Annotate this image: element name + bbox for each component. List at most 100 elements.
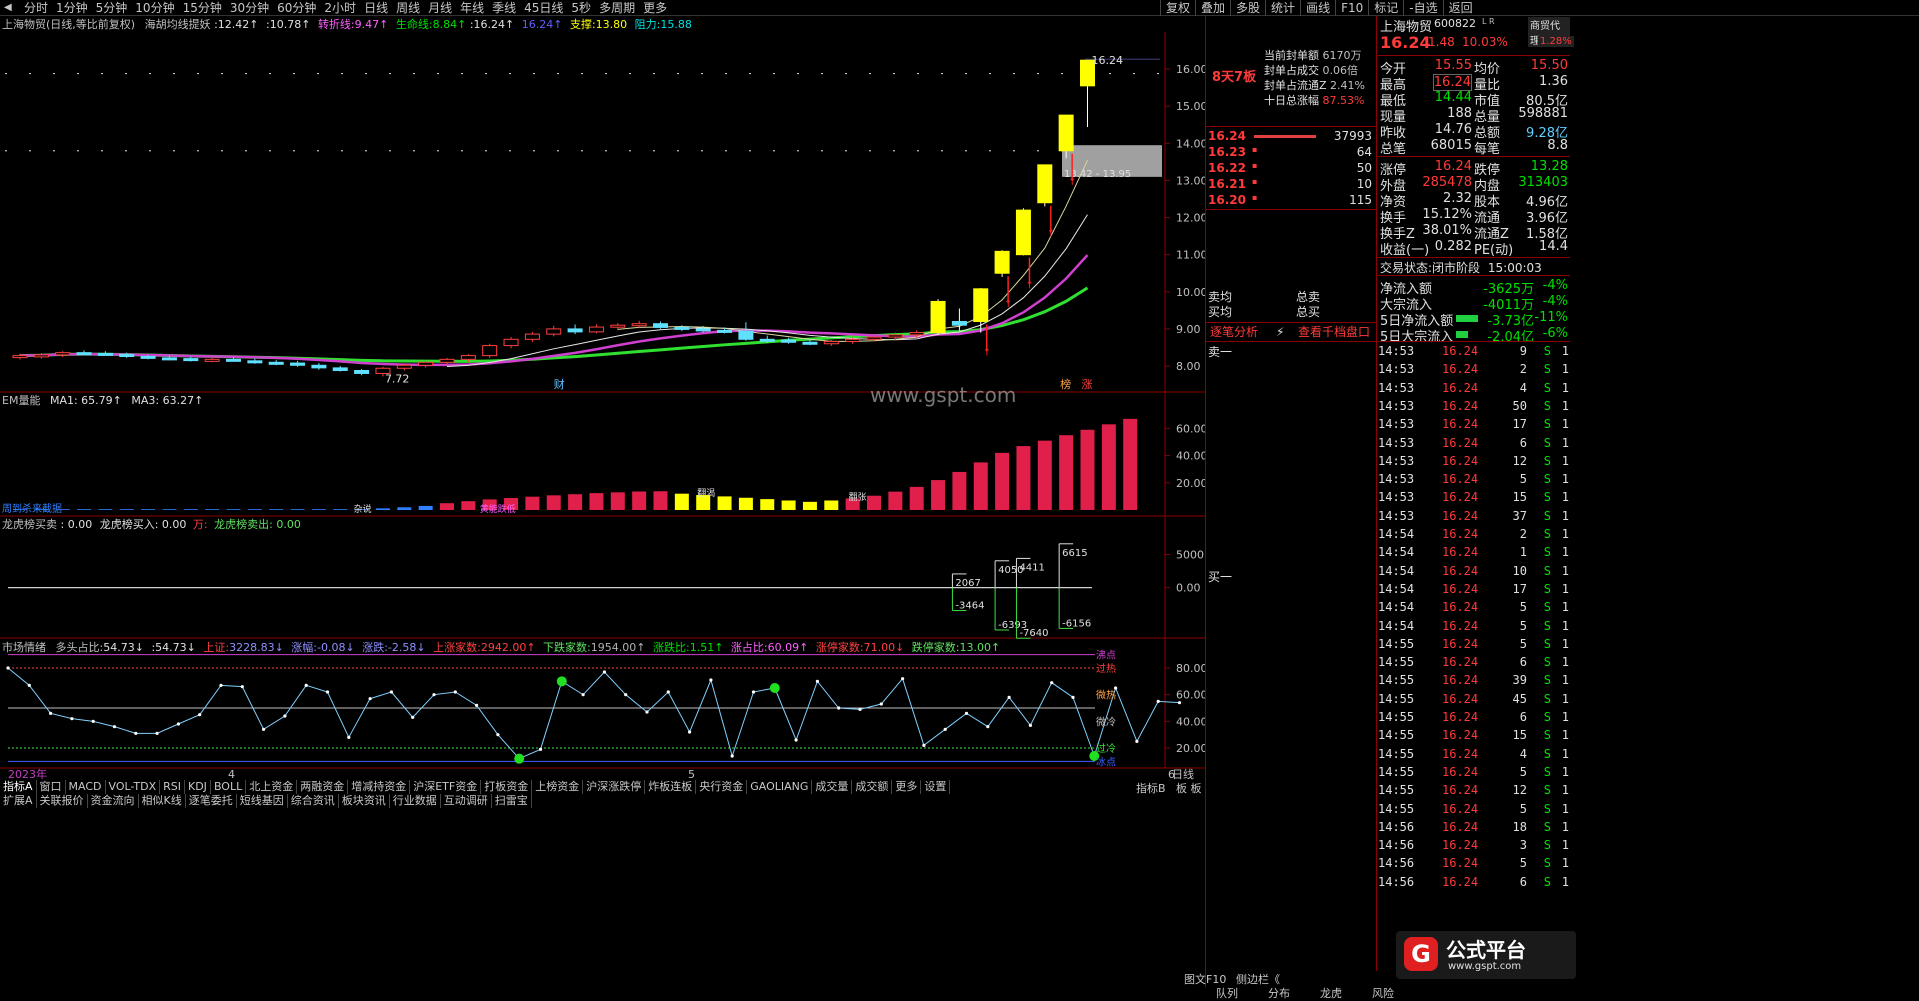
toolbar-button-2[interactable]: 多股 <box>1230 0 1265 16</box>
indicator-tab-18[interactable]: 成交额 <box>852 780 893 794</box>
extension-tab-2[interactable]: 资金流向 <box>88 794 139 808</box>
indicator-tab-1[interactable]: 窗口 <box>37 780 66 794</box>
period-tab-14[interactable]: 5秒 <box>567 0 595 16</box>
period-tab-0[interactable]: 分时 <box>20 0 52 16</box>
indicator-tab-9[interactable]: 增减持资金 <box>348 780 411 794</box>
indicator-b-tab[interactable]: 指标B <box>1136 780 1166 796</box>
candle-body <box>653 323 668 328</box>
indicator-tab-16[interactable]: GAOLIANG <box>747 780 813 794</box>
indicator-tab-7[interactable]: 北上资金 <box>246 780 298 794</box>
vol-bar <box>1123 418 1138 510</box>
indicator-tab-12[interactable]: 上榜资金 <box>532 780 584 794</box>
extension-tab-10[interactable]: 扫雷宝 <box>492 794 532 808</box>
extension-tab-4[interactable]: 逐笔委托 <box>186 794 237 808</box>
toolbar-button-5[interactable]: F10 <box>1335 0 1368 16</box>
tick-time: 14:55 <box>1378 783 1415 798</box>
vol-tick-label: 60.00 <box>1176 422 1205 435</box>
extension-tab-3[interactable]: 相似K线 <box>139 794 186 808</box>
sentiment-point <box>730 754 734 758</box>
tick-analysis-button[interactable]: 逐笔分析 <box>1210 324 1258 340</box>
toolbar-button-6[interactable]: 标记 <box>1368 0 1403 16</box>
indicator-tab-17[interactable]: 成交量 <box>812 780 853 794</box>
view-1000-button[interactable]: 查看千档盘口 <box>1298 324 1370 340</box>
indicator-tab-14[interactable]: 炸板连板 <box>645 780 697 794</box>
tick-count: 1 <box>1561 453 1569 468</box>
queue-tab[interactable]: 队列 <box>1216 987 1238 1001</box>
indicator-tab-20[interactable]: 设置 <box>921 780 951 794</box>
f10-button[interactable]: 图文F10 <box>1184 973 1226 987</box>
indicator-tab-6[interactable]: BOLL <box>211 780 247 794</box>
indicator-tab-11[interactable]: 打板资金 <box>481 780 533 794</box>
toolbar-button-4[interactable]: 画线 <box>1300 0 1335 16</box>
toolbar-menu-arrow[interactable]: ◀ <box>4 0 16 16</box>
period-tab-10[interactable]: 月线 <box>424 0 456 16</box>
period-tab-9[interactable]: 周线 <box>392 0 424 16</box>
tick-row: 14:54 16.24 5 S 1 <box>1376 619 1571 635</box>
extension-tab-0[interactable]: 扩展A <box>0 794 37 808</box>
sidebar-toggle[interactable]: 侧边栏《 <box>1236 973 1280 987</box>
sentiment-marker <box>769 683 780 693</box>
toolbar-button-3[interactable]: 统计 <box>1265 0 1300 16</box>
tick-price: 16.24 <box>1442 508 1479 523</box>
tick-time: 14:54 <box>1378 618 1415 633</box>
candle-body <box>1058 114 1074 152</box>
period-tab-7[interactable]: 2小时 <box>320 0 360 16</box>
sentiment-point <box>901 677 905 681</box>
indicator-tab-0[interactable]: 指标A <box>0 780 37 794</box>
dist-tab[interactable]: 分布 <box>1268 987 1290 1001</box>
tick-price: 16.24 <box>1442 600 1479 615</box>
status-time: 15:00:03 <box>1487 261 1542 275</box>
period-tab-1[interactable]: 1分钟 <box>52 0 92 16</box>
stock-flag: L R <box>1482 17 1495 26</box>
extension-tab-6[interactable]: 综合资讯 <box>288 794 339 808</box>
indicator-tab-15[interactable]: 央行资金 <box>696 780 748 794</box>
indicator-tab-8[interactable]: 两融资金 <box>297 780 349 794</box>
period-tab-4[interactable]: 15分钟 <box>179 0 226 16</box>
toolbar-button-8[interactable]: 返回 <box>1442 0 1478 16</box>
risk-tab[interactable]: 风险 <box>1372 987 1394 1001</box>
extension-tab-8[interactable]: 行业数据 <box>390 794 441 808</box>
period-tab-5[interactable]: 30分钟 <box>226 0 273 16</box>
tick-row: 14:56 16.24 3 S 1 <box>1376 838 1571 854</box>
board-tab[interactable]: 板 板 <box>1176 780 1202 796</box>
period-tab-15[interactable]: 多周期 <box>595 0 639 16</box>
extension-tab-1[interactable]: 关联报价 <box>37 794 88 808</box>
indicator-tab-4[interactable]: RSI <box>160 780 185 794</box>
tick-side: S <box>1543 490 1551 505</box>
extension-tab-5[interactable]: 短线基因 <box>237 794 288 808</box>
toolbar-button-7[interactable]: -自选 <box>1403 0 1442 16</box>
tick-count: 1 <box>1561 527 1569 541</box>
extension-tab-9[interactable]: 互动调研 <box>441 794 492 808</box>
candle-body <box>247 360 263 364</box>
tick-count: 1 <box>1561 728 1569 743</box>
indicator-tab-2[interactable]: MACD <box>66 780 106 794</box>
period-tab-2[interactable]: 5分钟 <box>92 0 132 16</box>
indicator-tab-10[interactable]: 沪深ETF资金 <box>410 780 482 794</box>
period-tab-3[interactable]: 10分钟 <box>131 0 178 16</box>
vol-bar <box>311 509 326 510</box>
period-tab-6[interactable]: 60分钟 <box>273 0 320 16</box>
indicator-tab-13[interactable]: 沪深涨跌停 <box>583 780 646 794</box>
period-tab-12[interactable]: 季线 <box>488 0 520 16</box>
dragon-tab[interactable]: 龙虎 <box>1320 987 1342 1001</box>
zf10-val: 87.53% <box>1322 94 1365 107</box>
period-tab-11[interactable]: 年线 <box>456 0 488 16</box>
sent-sh-val: 3228.83↓ <box>229 641 284 654</box>
extension-tab-7[interactable]: 板块资讯 <box>339 794 390 808</box>
tick-side: S <box>1543 673 1551 688</box>
candle-body <box>396 364 412 369</box>
period-tab-13[interactable]: 45日线 <box>520 0 567 16</box>
quote2-row: 涨停 16.24 跌停 13.28 <box>1378 159 1570 178</box>
period-tab-8[interactable]: 日线 <box>360 0 392 16</box>
indicator-tab-5[interactable]: KDJ <box>185 780 211 794</box>
sent-tick-label: 60.00 <box>1176 689 1205 702</box>
tick-price: 16.24 <box>1442 435 1479 450</box>
indicator-tab-3[interactable]: VOL-TDX <box>106 780 161 794</box>
sent-tick-label: 40.00 <box>1176 715 1205 728</box>
period-tab-16[interactable]: 更多 <box>639 0 671 16</box>
sent-zd-label: 涨跌: <box>362 641 388 654</box>
ob-dot: ▪ <box>1252 177 1258 186</box>
toolbar-button-0[interactable]: 复权 <box>1160 0 1195 16</box>
toolbar-button-1[interactable]: 叠加 <box>1195 0 1230 16</box>
indicator-tab-19[interactable]: 更多 <box>892 780 922 794</box>
